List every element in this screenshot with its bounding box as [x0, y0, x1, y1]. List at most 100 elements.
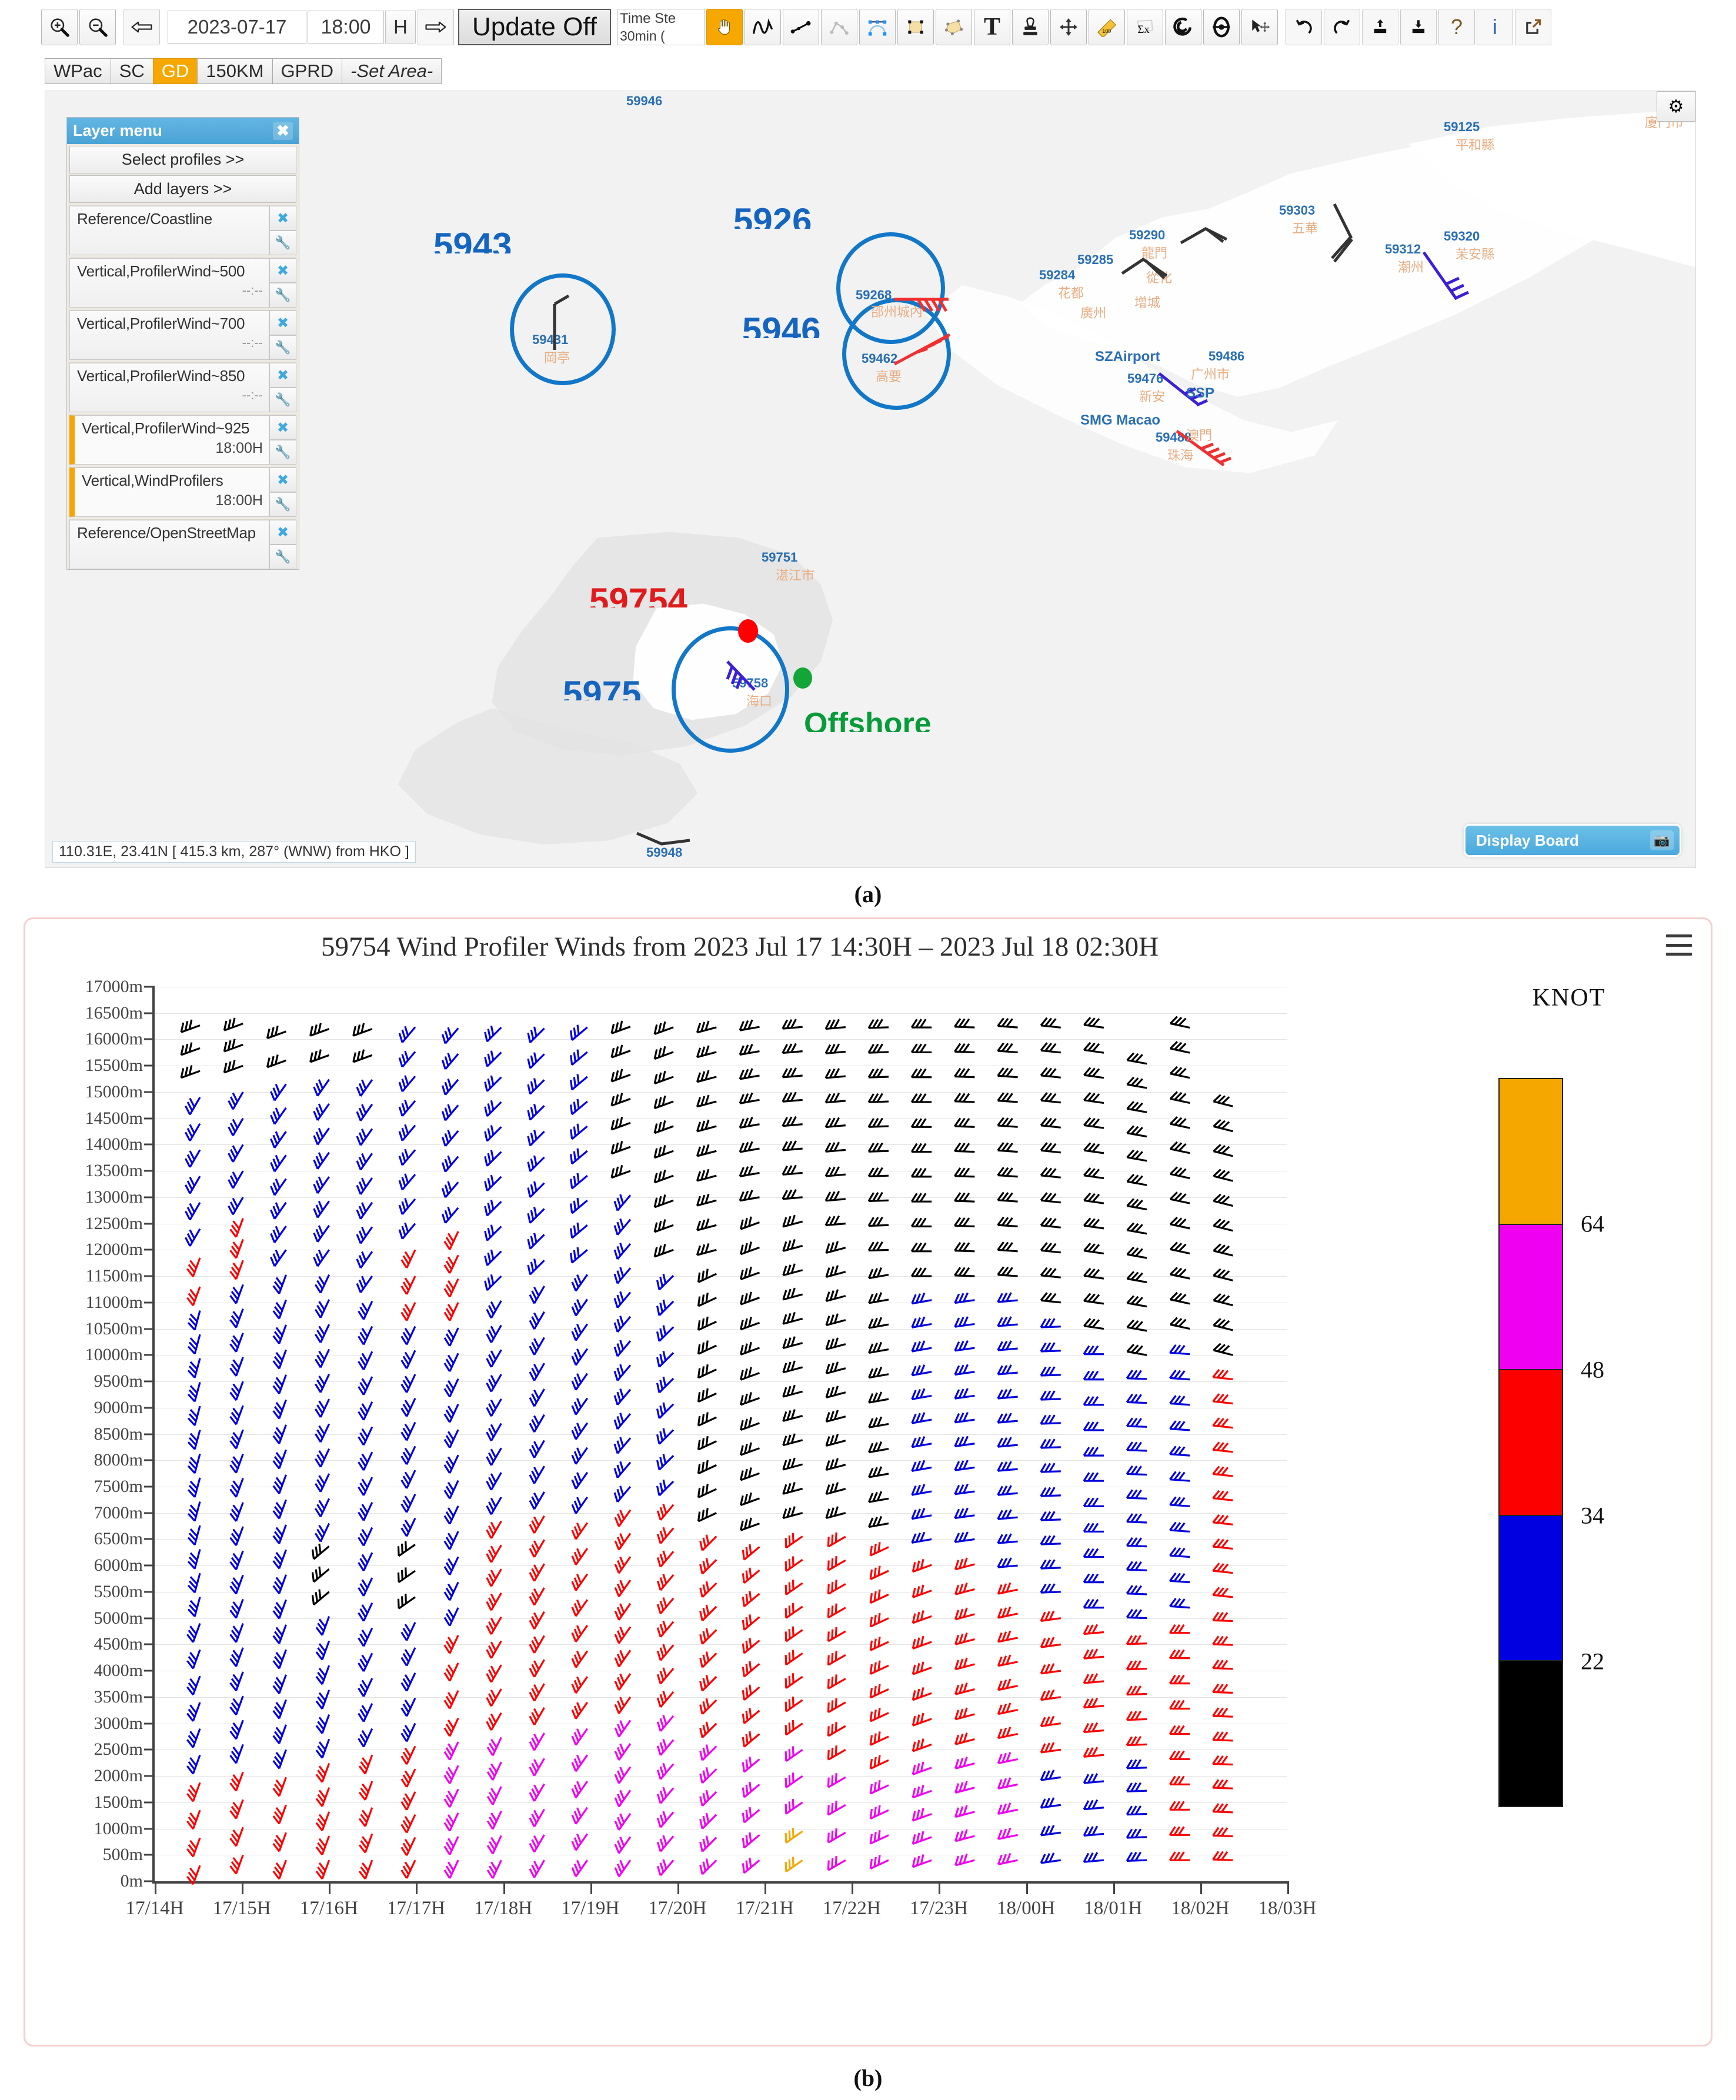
- layer-remove-icon[interactable]: ✖: [269, 415, 296, 440]
- wind-barb: [528, 1130, 545, 1146]
- spiral-tool-icon[interactable]: [1165, 9, 1201, 45]
- date-input[interactable]: 2023-07-17: [168, 11, 306, 44]
- select-move-tool-icon[interactable]: [1241, 9, 1278, 45]
- wind-barb: [912, 1119, 932, 1127]
- rectangle-tool-icon[interactable]: [897, 9, 934, 45]
- move-tool-icon[interactable]: [1050, 9, 1087, 45]
- undo-button[interactable]: [1286, 9, 1322, 45]
- wind-barb: [231, 1478, 243, 1497]
- chart-menu-icon[interactable]: [1666, 934, 1692, 956]
- layer-remove-icon[interactable]: ✖: [269, 258, 296, 283]
- display-board-button[interactable]: Display Board 📷: [1464, 824, 1681, 857]
- time-step-selector[interactable]: Time Ste 30min (: [617, 9, 705, 45]
- wind-barb: [1170, 1776, 1190, 1784]
- wind-barb: [231, 1772, 243, 1791]
- x-tick-label: 18/02H: [1171, 1898, 1229, 1919]
- wind-barb: [1170, 1523, 1190, 1532]
- wind-barb: [956, 1805, 975, 1817]
- layer-item-profilerwind-700[interactable]: Vertical,ProfilerWind~700 --:-- ✖ 🔧: [69, 310, 296, 360]
- hour-unit-button[interactable]: H: [385, 11, 416, 44]
- wave-curve-tool-icon[interactable]: [745, 9, 781, 45]
- filter-button-wpac[interactable]: WPac: [45, 58, 111, 84]
- y-tick-label: 12500m: [85, 1214, 143, 1234]
- ruler-tool-icon[interactable]: 100: [1089, 9, 1125, 45]
- set-area-button[interactable]: -Set Area-: [342, 58, 442, 84]
- polygon-tool-icon[interactable]: [936, 9, 972, 45]
- wind-barb: [1041, 1742, 1061, 1752]
- update-toggle-button[interactable]: Update Off: [458, 9, 611, 45]
- wind-barb: [869, 1517, 889, 1527]
- zoom-out-icon[interactable]: [79, 9, 116, 45]
- cyclone-tool-icon[interactable]: [1203, 9, 1240, 45]
- layer-remove-icon[interactable]: ✖: [269, 311, 296, 335]
- layer-settings-icon[interactable]: 🔧: [269, 335, 296, 360]
- wind-barb: [956, 1583, 975, 1595]
- wind-barb: [954, 1168, 974, 1177]
- forward-arrow-icon[interactable]: [418, 9, 454, 45]
- layer-remove-icon[interactable]: ✖: [269, 363, 296, 388]
- wind-barb: [615, 1218, 630, 1234]
- upload-button[interactable]: [1362, 9, 1398, 45]
- wind-barb: [828, 1722, 845, 1736]
- text-tool-icon[interactable]: T: [974, 9, 1010, 45]
- layer-item-profilerwind-500[interactable]: Vertical,ProfilerWind~500 --:-- ✖ 🔧: [69, 258, 296, 308]
- wind-barb: [869, 1143, 889, 1152]
- y-tick-label: 8500m: [94, 1424, 143, 1444]
- map-canvas[interactable]: 5943 5926 5946 59754 5975 Offshore 59946…: [45, 91, 1696, 868]
- layer-settings-icon[interactable]: 🔧: [269, 440, 296, 465]
- layer-item-profilerwind-925[interactable]: Vertical,ProfilerWind~925 18:00H ✖ 🔧: [69, 415, 296, 465]
- redo-button[interactable]: [1324, 9, 1360, 45]
- layer-remove-icon[interactable]: ✖: [269, 468, 296, 492]
- open-external-button[interactable]: [1515, 9, 1551, 45]
- wind-barb: [697, 1070, 716, 1082]
- wind-barb: [445, 1742, 458, 1760]
- wind-barb: [231, 1799, 243, 1818]
- polyline-tool-icon[interactable]: [783, 9, 819, 45]
- layer-settings-icon[interactable]: 🔧: [269, 231, 296, 255]
- y-tick-mark: [144, 1644, 155, 1645]
- layer-settings-icon[interactable]: 🔧: [269, 545, 296, 569]
- filter-button-150km[interactable]: 150KM: [197, 58, 272, 84]
- back-arrow-icon[interactable]: [123, 9, 160, 45]
- camera-icon[interactable]: 📷: [1650, 830, 1674, 850]
- layer-menu-close-icon[interactable]: ✖: [273, 122, 293, 140]
- wind-barb: [955, 1364, 975, 1374]
- layer-item-openstreetmap[interactable]: Reference/OpenStreetMap ✖ 🔧: [69, 519, 296, 569]
- layer-item-profilerwind-850[interactable]: Vertical,ProfilerWind~850 --:-- ✖ 🔧: [69, 362, 296, 412]
- layer-settings-icon[interactable]: 🔧: [269, 283, 296, 308]
- wind-barb: [741, 1443, 760, 1455]
- layer-settings-icon[interactable]: 🔧: [269, 492, 296, 517]
- filter-button-gd[interactable]: GD: [153, 58, 198, 84]
- wind-barb: [1214, 1269, 1233, 1281]
- wind-barb: [954, 1093, 974, 1102]
- help-button[interactable]: ?: [1438, 9, 1475, 45]
- zoom-in-icon[interactable]: [41, 9, 78, 45]
- layer-item-coastline[interactable]: Reference/Coastline ✖ 🔧: [69, 205, 296, 255]
- wind-barb: [828, 1533, 845, 1547]
- wind-barb: [402, 1792, 415, 1810]
- info-button[interactable]: i: [1477, 9, 1513, 45]
- layer-item-windprofilers[interactable]: Vertical,WindProfilers 18:00H ✖ 🔧: [69, 467, 296, 517]
- pan-hand-tool-icon[interactable]: [706, 9, 743, 45]
- filter-button-gprd[interactable]: GPRD: [272, 58, 343, 84]
- map-settings-gear-icon[interactable]: ⚙: [1657, 91, 1695, 122]
- add-layers-button[interactable]: Add layers >>: [69, 175, 296, 203]
- sigma-x-tool-icon[interactable]: Σx: [1127, 9, 1163, 45]
- layer-remove-icon[interactable]: ✖: [269, 520, 296, 545]
- wind-barb: [487, 1399, 502, 1416]
- bezier-curve-tool-icon[interactable]: [859, 9, 896, 45]
- filter-button-sc[interactable]: SC: [111, 58, 153, 84]
- time-input[interactable]: 18:00: [308, 11, 384, 44]
- wind-barb: [273, 1425, 286, 1444]
- download-button[interactable]: [1400, 9, 1437, 45]
- wind-barb: [1213, 1515, 1233, 1525]
- wind-barb: [743, 1782, 759, 1797]
- path-node-tool-icon[interactable]: [821, 9, 857, 45]
- layer-remove-icon[interactable]: ✖: [269, 206, 296, 231]
- wind-barb: [1170, 1217, 1190, 1228]
- layer-settings-icon[interactable]: 🔧: [269, 388, 296, 412]
- wind-barb: [870, 1613, 889, 1627]
- select-profiles-button[interactable]: Select profiles >>: [69, 146, 296, 173]
- stamp-tool-icon[interactable]: [1012, 9, 1049, 45]
- wind-barb: [998, 1727, 1017, 1738]
